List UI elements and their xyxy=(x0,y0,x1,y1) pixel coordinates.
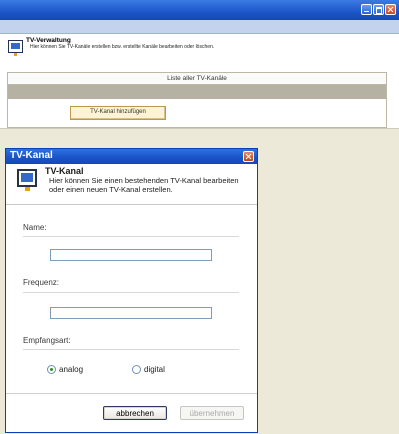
apply-button[interactable]: übernehmen xyxy=(180,406,244,420)
divider xyxy=(6,393,257,394)
page-title: TV-Verwaltung xyxy=(26,37,71,44)
minimize-icon[interactable] xyxy=(361,4,372,15)
dialog-titlebar: TV-Kanal xyxy=(6,149,257,164)
dialog-title: TV-Kanal xyxy=(10,150,53,161)
dialog-header-description: Hier können Sie einen bestehenden TV-Kan… xyxy=(49,176,239,194)
radio-unselected-icon[interactable] xyxy=(132,365,141,374)
name-label: Name: xyxy=(23,223,47,232)
radio-analog-label: analog xyxy=(59,365,84,374)
radio-digital-label: digital xyxy=(144,365,165,374)
toolbar-strip xyxy=(0,20,399,34)
page-description: Hier können Sie TV-Kanäle erstellen bzw.… xyxy=(30,44,215,50)
channel-list-body xyxy=(8,85,386,99)
tv-icon xyxy=(17,169,37,191)
close-icon[interactable] xyxy=(243,151,254,162)
radio-selected-icon[interactable] xyxy=(47,365,56,374)
radio-digital[interactable]: digital xyxy=(132,365,165,374)
frequency-label: Frequenz: xyxy=(23,278,60,287)
dialog-header-title: TV-Kanal xyxy=(45,166,84,176)
window-titlebar xyxy=(0,0,399,20)
radio-analog[interactable]: analog xyxy=(47,365,83,374)
divider xyxy=(23,349,239,350)
channel-list: Liste aller TV-Kanäle TV-Kanal hinzufüge… xyxy=(7,72,387,128)
channel-list-header: Liste aller TV-Kanäle xyxy=(8,73,386,85)
close-icon[interactable] xyxy=(385,4,396,15)
add-channel-button[interactable]: TV-Kanal hinzufügen xyxy=(70,106,166,120)
tv-channel-dialog: TV-Kanal TV-Kanal Hier können Sie einen … xyxy=(5,148,258,433)
divider xyxy=(23,292,239,293)
window-controls xyxy=(361,4,396,15)
frequency-input[interactable] xyxy=(50,307,212,319)
name-input[interactable] xyxy=(50,249,212,261)
maximize-icon[interactable] xyxy=(373,4,384,15)
reception-type-label: Empfangsart: xyxy=(23,336,71,345)
divider xyxy=(23,236,239,237)
tv-icon xyxy=(8,40,23,56)
cancel-button[interactable]: abbrechen xyxy=(103,406,167,420)
tv-management-panel: TV-Verwaltung Hier können Sie TV-Kanäle … xyxy=(0,34,399,129)
dialog-header: TV-Kanal Hier können Sie einen bestehend… xyxy=(6,164,257,205)
